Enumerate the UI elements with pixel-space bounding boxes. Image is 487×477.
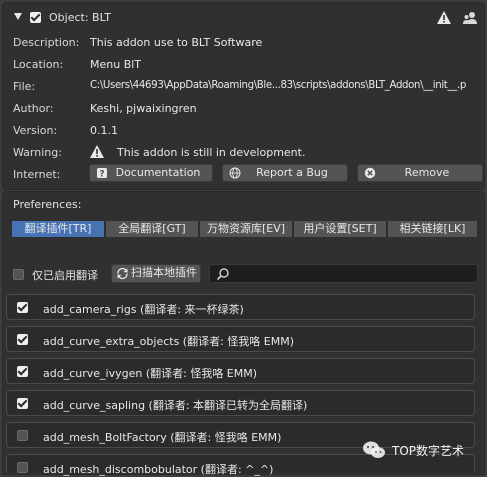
list-item[interactable]: add_camera_rigs (翻译者: 来一杯绿茶): [6, 294, 475, 320]
report-bug-button[interactable]: Report a Bug: [222, 164, 348, 182]
addon-panel: Object: BLT Description: This addon use …: [2, 2, 485, 190]
scan-local-plugins-label: 扫描本地插件: [131, 266, 197, 279]
internet-label: Internet:: [13, 168, 61, 181]
file-label: File:: [13, 80, 36, 93]
description-value: This addon use to BLT Software: [90, 36, 263, 49]
search-input[interactable]: [209, 264, 478, 283]
addon-header: Object: BLT: [3, 9, 484, 29]
users-icon: [463, 12, 477, 24]
version-label: Version:: [13, 124, 58, 137]
description-label: Description:: [13, 36, 80, 49]
item-label: add_mesh_discombobulator (翻译者: ^_^): [43, 463, 274, 476]
warning-label: Warning:: [13, 146, 62, 159]
addon-enable-checkbox[interactable]: [30, 12, 41, 23]
location-value: Menu BlT: [90, 58, 142, 71]
item-label: add_curve_ivygen (翻译者: 怪我咯 EMM): [43, 367, 258, 380]
version-value: 0.1.1: [90, 124, 118, 137]
tab-global-translate[interactable]: 全局翻译[GT]: [105, 220, 199, 238]
warning-value: This addon is still in development.: [117, 146, 306, 159]
item-checkbox[interactable]: [17, 462, 28, 473]
collapse-triangle-icon[interactable]: [14, 13, 22, 20]
item-checkbox[interactable]: [17, 398, 28, 409]
warning-row-icon: [90, 145, 104, 158]
tab-user-settings[interactable]: 用户设置[SET]: [293, 220, 387, 238]
item-label: add_camera_rigs (翻译者: 来一杯绿茶): [43, 303, 244, 316]
search-icon: [216, 268, 229, 281]
preferences-label: Preferences:: [13, 198, 82, 211]
only-enabled-label: 仅已启用翻译: [32, 269, 98, 282]
item-checkbox[interactable]: [17, 366, 28, 377]
wechat-logo-icon: [363, 441, 385, 458]
file-path-value: C:\Users\44693\AppData\Roaming\Ble...83\…: [90, 80, 466, 91]
report-bug-label: Report a Bug: [256, 166, 328, 179]
documentation-button[interactable]: ? Documentation: [89, 164, 213, 182]
tab-translate-plugins[interactable]: 翻译插件[TR]: [11, 220, 105, 238]
list-item[interactable]: add_curve_sapling (翻译者: 本翻译已转为全局翻译): [6, 390, 475, 416]
list-item[interactable]: add_curve_extra_objects (翻译者: 怪我咯 EMM): [6, 326, 475, 352]
documentation-label: Documentation: [115, 166, 201, 179]
author-label: Author:: [13, 102, 54, 115]
tab-asset-library[interactable]: 万物资源库[EV]: [199, 220, 293, 238]
only-enabled-checkbox[interactable]: [13, 269, 24, 280]
scan-local-plugins-button[interactable]: 扫描本地插件: [111, 264, 201, 283]
item-label: add_curve_sapling (翻译者: 本翻译已转为全局翻译): [43, 399, 308, 412]
item-checkbox[interactable]: [17, 302, 28, 313]
warning-icon: [437, 11, 451, 24]
addon-title: Object: BLT: [49, 11, 111, 24]
author-value: Keshi, pjwaixingren: [90, 102, 197, 115]
list-item[interactable]: add_curve_ivygen (翻译者: 怪我咯 EMM): [6, 358, 475, 384]
location-label: Location:: [13, 58, 64, 71]
item-label: add_mesh_BoltFactory (翻译者: 怪我咯 EMM): [43, 431, 282, 444]
watermark-text: TOP数字艺术: [392, 443, 465, 458]
item-label: add_curve_extra_objects (翻译者: 怪我咯 EMM): [43, 335, 295, 348]
tab-related-links[interactable]: 相关链接[LK]: [387, 220, 478, 238]
watermark: TOP数字艺术: [362, 437, 464, 463]
item-checkbox[interactable]: [17, 430, 28, 441]
item-checkbox[interactable]: [17, 334, 28, 345]
remove-label: Remove: [404, 166, 450, 179]
remove-button[interactable]: Remove: [357, 164, 483, 182]
